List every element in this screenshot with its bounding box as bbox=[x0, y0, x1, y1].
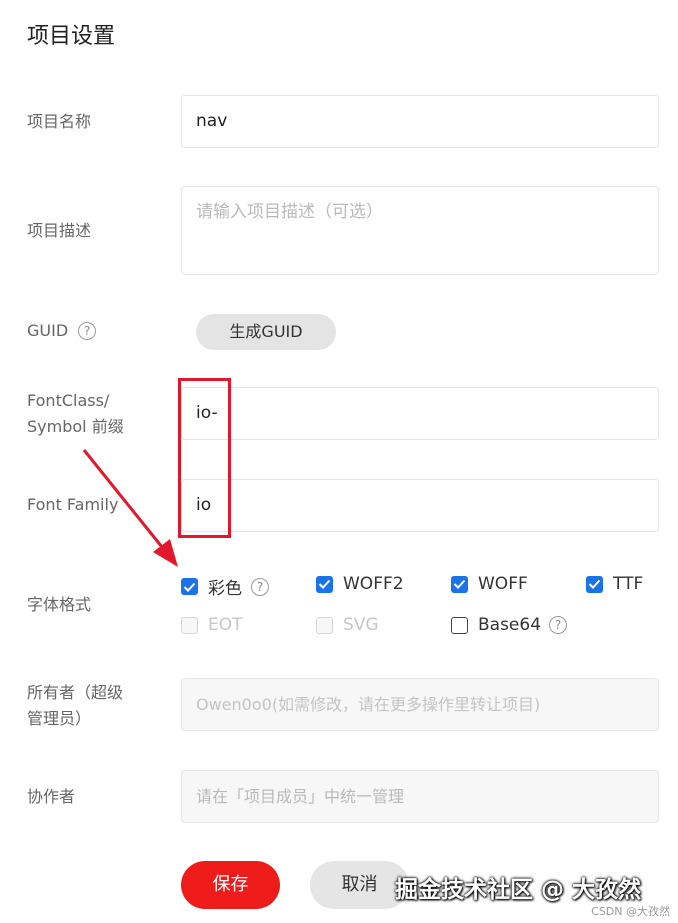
owner-input[interactable]: Owen0o0(如需修改，请在更多操作里转让项目) bbox=[181, 678, 659, 731]
checkbox-disabled-icon bbox=[316, 616, 333, 634]
format-woff2-label: WOFF2 bbox=[343, 574, 404, 594]
base64-help-icon[interactable]: ? bbox=[549, 616, 568, 634]
checkbox-disabled-icon bbox=[181, 616, 198, 634]
format-ttf-checkbox[interactable]: TTF bbox=[586, 574, 643, 594]
format-woff2-checkbox[interactable]: WOFF2 bbox=[316, 574, 404, 594]
color-help-icon[interactable]: ? bbox=[251, 577, 269, 596]
checkbox-unchecked-icon bbox=[451, 616, 468, 634]
checkbox-checked-icon bbox=[586, 575, 603, 593]
collaborators-input[interactable]: 请在「项目成员」中统一管理 bbox=[181, 770, 659, 823]
checkbox-checked-icon bbox=[451, 575, 468, 593]
owner-label-line2: 管理员） bbox=[27, 709, 92, 728]
format-svg-label: SVG bbox=[343, 615, 379, 635]
font-formats-label: 字体格式 bbox=[27, 595, 92, 614]
watermark-text: 掘金技术社区 @ 大孜然 bbox=[395, 877, 642, 903]
save-button[interactable]: 保存 bbox=[181, 861, 280, 909]
format-color-label: 彩色 bbox=[208, 579, 242, 599]
format-base64-checkbox[interactable]: Base64 ? bbox=[451, 615, 568, 635]
format-base64-label: Base64 bbox=[478, 615, 542, 635]
collaborators-placeholder: 请在「项目成员」中统一管理 bbox=[196, 787, 405, 806]
owner-label-line1: 所有者（超级 bbox=[27, 683, 124, 702]
format-woff-checkbox[interactable]: WOFF bbox=[451, 574, 528, 594]
owner-label: 所有者（超级 管理员） bbox=[27, 680, 123, 732]
format-ttf-label: TTF bbox=[613, 574, 644, 594]
checkbox-checked-icon bbox=[316, 575, 333, 593]
format-color-checkbox[interactable]: 彩色 ? bbox=[181, 574, 269, 599]
collaborators-label: 协作者 bbox=[27, 787, 76, 806]
checkbox-checked-icon bbox=[181, 578, 198, 595]
format-woff-label: WOFF bbox=[478, 574, 528, 594]
credit-text: CSDN @大孜然 bbox=[591, 905, 670, 918]
format-svg-checkbox[interactable]: SVG bbox=[316, 615, 379, 635]
format-eot-checkbox[interactable]: EOT bbox=[181, 615, 243, 635]
format-eot-label: EOT bbox=[208, 615, 243, 635]
